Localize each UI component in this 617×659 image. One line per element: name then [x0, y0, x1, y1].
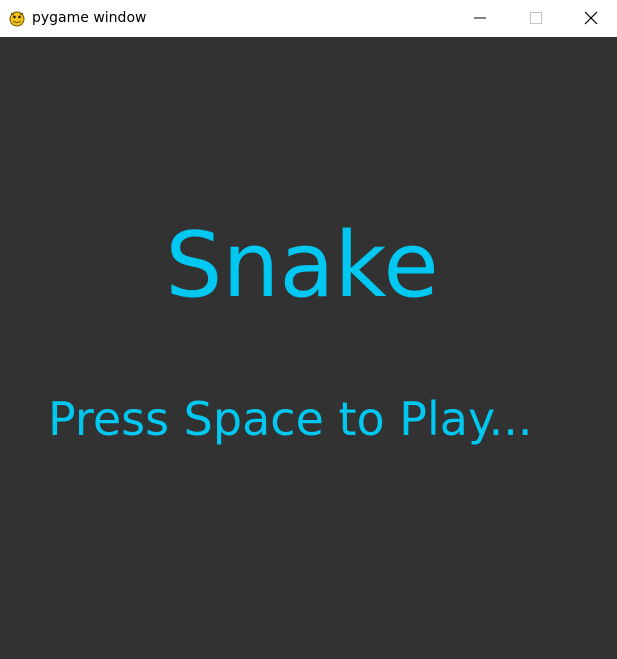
game-surface[interactable]: Snake Press Space to Play...: [0, 37, 617, 659]
title-bar[interactable]: pygame window: [0, 0, 617, 36]
window-title: pygame window: [32, 10, 147, 26]
start-prompt: Press Space to Play...: [48, 392, 533, 446]
game-title: Snake: [165, 213, 439, 318]
pygame-window: pygame window Snake Press Space to Play.…: [0, 0, 617, 659]
close-icon: [584, 11, 597, 25]
maximize-button[interactable]: [508, 0, 564, 36]
minimize-button[interactable]: [452, 0, 508, 36]
minimize-icon: [474, 17, 486, 19]
pygame-snake-icon: [8, 9, 26, 27]
maximize-icon: [530, 12, 542, 24]
close-button[interactable]: [564, 0, 617, 36]
